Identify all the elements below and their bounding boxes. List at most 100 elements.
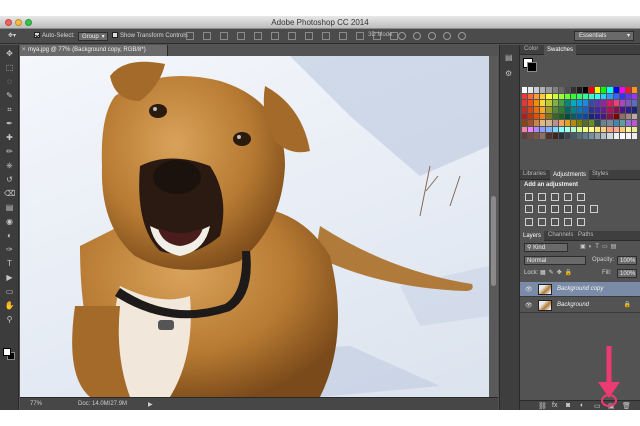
align-center-icon[interactable] [254,32,262,40]
swatch-cell[interactable] [534,87,540,93]
distribute-top-icon[interactable] [288,32,296,40]
swatch-cell[interactable] [625,100,631,106]
swatch-cell[interactable] [601,106,607,113]
swatch-cell[interactable] [546,113,552,120]
gradient-map-icon[interactable] [577,218,585,226]
swatch-cell[interactable] [528,87,534,93]
visibility-eye-icon[interactable]: 👁 [525,286,533,293]
swatch-cell[interactable] [570,126,576,133]
swatch-cell[interactable] [570,113,576,120]
tab-swatches[interactable]: Swatches [544,45,577,55]
swatch-cell[interactable] [522,126,528,133]
swatch-cell[interactable] [534,133,540,139]
swatch-cell[interactable] [619,100,625,106]
swatch-cell[interactable] [528,100,534,106]
swatch-cell[interactable] [534,93,540,100]
swatch-cell[interactable] [534,126,540,133]
swatch-cell[interactable] [564,113,570,120]
swatch-cell[interactable] [540,126,546,133]
swatch-cell[interactable] [625,126,631,133]
workspace-switcher[interactable]: Essentials [574,31,634,41]
swatch-cell[interactable] [583,100,589,106]
swatch-cell[interactable] [570,120,576,126]
properties-panel-icon[interactable]: ⚙ [505,69,512,78]
swatch-background[interactable] [527,62,537,72]
new-adjustment-layer-icon[interactable]: ◐ [580,402,584,409]
swatch-cell[interactable] [595,120,601,126]
3d-roll-icon[interactable] [413,32,421,40]
swatch-cell[interactable] [607,113,613,120]
swatch-cell[interactable] [601,93,607,100]
swatch-cell[interactable] [613,93,619,100]
swatch-cell[interactable] [583,126,589,133]
swatch-cell[interactable] [570,87,576,93]
swatch-cell[interactable] [552,120,558,126]
swatch-cell[interactable] [583,120,589,126]
lock-icons[interactable]: ▦✎✥🔒 [540,269,575,276]
swatch-cell[interactable] [625,87,631,93]
swatch-cell[interactable] [522,113,528,120]
swatch-cell[interactable] [619,126,625,133]
shape-tool-icon[interactable]: ▭ [4,287,15,297]
swatch-cell[interactable] [576,133,583,139]
swatch-cell[interactable] [534,106,540,113]
distribute-center-icon[interactable] [356,32,364,40]
tab-channels[interactable]: Channels [548,232,573,238]
distribute-left-icon[interactable] [339,32,347,40]
invert-icon[interactable] [525,218,533,226]
swatch-cell[interactable] [546,100,552,106]
scroll-thumb[interactable] [491,196,496,286]
type-tool-icon[interactable]: T [4,259,15,269]
levels-icon[interactable] [538,193,546,201]
swatch-cell[interactable] [631,106,637,113]
swatch-cell[interactable] [564,93,570,100]
swatch-cell[interactable] [552,133,558,139]
swatch-cell[interactable] [522,87,528,93]
swatch-cell[interactable] [631,120,637,126]
swatch-cell[interactable] [534,100,540,106]
swatch-cell[interactable] [631,126,637,133]
brush-tool-icon[interactable]: ✏ [4,147,15,157]
swatch-cell[interactable] [607,93,613,100]
swatch-cell[interactable] [607,120,613,126]
swatch-cell[interactable] [625,133,631,139]
marquee-tool-icon[interactable]: ⬚ [4,63,15,73]
delete-layer-icon[interactable]: 🗑 [622,402,631,410]
swatch-cell[interactable] [546,120,552,126]
swatch-cell[interactable] [558,100,564,106]
auto-select-dropdown[interactable]: Group [78,32,108,41]
swatch-cell[interactable] [552,100,558,106]
foreground-color-swatch[interactable] [3,348,11,356]
auto-select-checkbox[interactable]: Auto-Select: [34,32,75,39]
swatch-cell[interactable] [601,120,607,126]
align-middle-icon[interactable] [203,32,211,40]
swatch-cell[interactable] [607,87,613,93]
swatch-cell[interactable] [540,133,546,139]
swatch-cell[interactable] [595,106,601,113]
exposure-icon[interactable] [564,193,572,201]
tab-adjustments[interactable]: Adjustments [550,170,590,180]
swatch-cell[interactable] [570,93,576,100]
swatch-cell[interactable] [528,113,534,120]
align-bottom-icon[interactable] [220,32,228,40]
swatch-cell[interactable] [570,100,576,106]
tab-color[interactable]: Color [524,46,538,52]
3d-scale-icon[interactable] [458,32,466,40]
swatch-cell[interactable] [619,133,625,139]
swatch-cell[interactable] [607,133,613,139]
swatch-cell[interactable] [619,113,625,120]
swatch-cell[interactable] [595,133,601,139]
swatch-cell[interactable] [534,113,540,120]
swatch-cell[interactable] [619,120,625,126]
selective-color-icon[interactable] [564,218,572,226]
swatch-cell[interactable] [564,120,570,126]
layer-background-copy[interactable]: 👁 Background copy [520,282,640,297]
swatch-cell[interactable] [564,87,570,93]
swatch-cell[interactable] [583,87,589,93]
swatch-cell[interactable] [613,106,619,113]
swatch-cell[interactable] [570,133,576,139]
swatch-cell[interactable] [595,87,601,93]
3d-drag-icon[interactable] [428,32,436,40]
3d-rotate-icon[interactable] [398,32,406,40]
photo-filter-icon[interactable] [564,205,572,213]
